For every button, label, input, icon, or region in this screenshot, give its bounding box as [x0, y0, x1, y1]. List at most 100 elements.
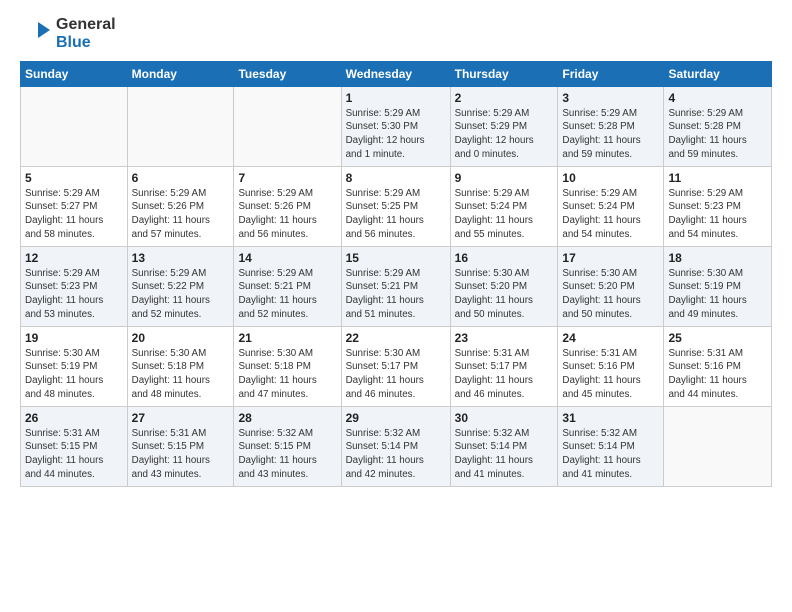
day-info: Sunrise: 5:29 AM Sunset: 5:28 PM Dayligh… — [668, 107, 767, 162]
day-number: 27 — [132, 411, 230, 425]
calendar-cell: 15 Sunrise: 5:29 AM Sunset: 5:21 PM Dayli… — [341, 246, 450, 326]
day-info: Sunrise: 5:32 AM Sunset: 5:14 PM Dayligh… — [562, 427, 659, 482]
week-row-2: 5 Sunrise: 5:29 AM Sunset: 5:27 PM Daylig… — [21, 166, 772, 246]
weekday-header-wednesday: Wednesday — [341, 61, 450, 86]
day-info: Sunrise: 5:29 AM Sunset: 5:26 PM Dayligh… — [238, 187, 336, 242]
week-row-1: 1Sunrise: 5:29 AM Sunset: 5:30 PM Daylig… — [21, 86, 772, 166]
calendar-table: SundayMondayTuesdayWednesdayThursdayFrid… — [20, 61, 772, 487]
day-info: Sunrise: 5:32 AM Sunset: 5:14 PM Dayligh… — [455, 427, 554, 482]
day-number: 20 — [132, 331, 230, 345]
day-number: 6 — [132, 171, 230, 185]
day-number: 5 — [25, 171, 123, 185]
day-info: Sunrise: 5:32 AM Sunset: 5:15 PM Dayligh… — [238, 427, 336, 482]
calendar-cell: 27 Sunrise: 5:31 AM Sunset: 5:15 PM Dayli… — [127, 406, 234, 486]
day-number: 9 — [455, 171, 554, 185]
week-row-4: 19 Sunrise: 5:30 AM Sunset: 5:19 PM Dayli… — [21, 326, 772, 406]
day-number: 24 — [562, 331, 659, 345]
day-info: Sunrise: 5:31 AM Sunset: 5:15 PM Dayligh… — [25, 427, 123, 482]
day-number: 28 — [238, 411, 336, 425]
day-number: 11 — [668, 171, 767, 185]
calendar-cell: 26 Sunrise: 5:31 AM Sunset: 5:15 PM Dayli… — [21, 406, 128, 486]
calendar-cell: 11 Sunrise: 5:29 AM Sunset: 5:23 PM Dayli… — [664, 166, 772, 246]
day-number: 31 — [562, 411, 659, 425]
calendar-cell: 8 Sunrise: 5:29 AM Sunset: 5:25 PM Daylig… — [341, 166, 450, 246]
day-info: Sunrise: 5:30 AM Sunset: 5:20 PM Dayligh… — [455, 267, 554, 322]
calendar-cell: 23 Sunrise: 5:31 AM Sunset: 5:17 PM Dayli… — [450, 326, 558, 406]
day-info: Sunrise: 5:31 AM Sunset: 5:16 PM Dayligh… — [562, 347, 659, 402]
calendar-cell: 24 Sunrise: 5:31 AM Sunset: 5:16 PM Dayli… — [558, 326, 664, 406]
calendar-cell: 22Sunrise: 5:30 AM Sunset: 5:17 PM Dayli… — [341, 326, 450, 406]
logo-blue: Blue — [56, 34, 116, 52]
calendar-cell: 1Sunrise: 5:29 AM Sunset: 5:30 PM Daylig… — [341, 86, 450, 166]
calendar-cell: 7 Sunrise: 5:29 AM Sunset: 5:26 PM Daylig… — [234, 166, 341, 246]
day-info: Sunrise: 5:29 AM Sunset: 5:27 PM Dayligh… — [25, 187, 123, 242]
calendar-cell: 9Sunrise: 5:29 AM Sunset: 5:24 PM Daylig… — [450, 166, 558, 246]
day-number: 10 — [562, 171, 659, 185]
day-number: 26 — [25, 411, 123, 425]
day-number: 8 — [346, 171, 446, 185]
weekday-header-row: SundayMondayTuesdayWednesdayThursdayFrid… — [21, 61, 772, 86]
weekday-header-thursday: Thursday — [450, 61, 558, 86]
calendar-cell — [127, 86, 234, 166]
calendar-cell: 30 Sunrise: 5:32 AM Sunset: 5:14 PM Dayli… — [450, 406, 558, 486]
weekday-header-monday: Monday — [127, 61, 234, 86]
weekday-header-sunday: Sunday — [21, 61, 128, 86]
calendar-cell — [664, 406, 772, 486]
calendar-cell: 14 Sunrise: 5:29 AM Sunset: 5:21 PM Dayli… — [234, 246, 341, 326]
day-number: 13 — [132, 251, 230, 265]
calendar-cell: 13 Sunrise: 5:29 AM Sunset: 5:22 PM Dayli… — [127, 246, 234, 326]
day-number: 14 — [238, 251, 336, 265]
day-number: 25 — [668, 331, 767, 345]
day-number: 23 — [455, 331, 554, 345]
calendar-cell: 2Sunrise: 5:29 AM Sunset: 5:29 PM Daylig… — [450, 86, 558, 166]
day-info: Sunrise: 5:29 AM Sunset: 5:25 PM Dayligh… — [346, 187, 446, 242]
day-info: Sunrise: 5:29 AM Sunset: 5:22 PM Dayligh… — [132, 267, 230, 322]
day-info: Sunrise: 5:29 AM Sunset: 5:29 PM Dayligh… — [455, 107, 554, 162]
day-info: Sunrise: 5:30 AM Sunset: 5:20 PM Dayligh… — [562, 267, 659, 322]
calendar-cell: 28 Sunrise: 5:32 AM Sunset: 5:15 PM Dayli… — [234, 406, 341, 486]
day-number: 16 — [455, 251, 554, 265]
calendar-cell: 4 Sunrise: 5:29 AM Sunset: 5:28 PM Daylig… — [664, 86, 772, 166]
weekday-header-friday: Friday — [558, 61, 664, 86]
calendar-cell: 29Sunrise: 5:32 AM Sunset: 5:14 PM Dayli… — [341, 406, 450, 486]
logo-general: General — [56, 16, 116, 34]
calendar-cell: 5 Sunrise: 5:29 AM Sunset: 5:27 PM Daylig… — [21, 166, 128, 246]
calendar-cell: 10 Sunrise: 5:29 AM Sunset: 5:24 PM Dayli… — [558, 166, 664, 246]
week-row-5: 26 Sunrise: 5:31 AM Sunset: 5:15 PM Dayli… — [21, 406, 772, 486]
header: GeneralBlue — [20, 16, 772, 53]
day-info: Sunrise: 5:29 AM Sunset: 5:23 PM Dayligh… — [668, 187, 767, 242]
day-number: 1 — [346, 91, 446, 105]
calendar-cell — [21, 86, 128, 166]
day-number: 15 — [346, 251, 446, 265]
day-number: 18 — [668, 251, 767, 265]
day-number: 7 — [238, 171, 336, 185]
day-number: 19 — [25, 331, 123, 345]
calendar-cell: 25Sunrise: 5:31 AM Sunset: 5:16 PM Dayli… — [664, 326, 772, 406]
calendar-cell: 18 Sunrise: 5:30 AM Sunset: 5:19 PM Dayli… — [664, 246, 772, 326]
day-info: Sunrise: 5:30 AM Sunset: 5:18 PM Dayligh… — [132, 347, 230, 402]
calendar-cell: 16 Sunrise: 5:30 AM Sunset: 5:20 PM Dayli… — [450, 246, 558, 326]
logo-icon — [20, 18, 52, 50]
day-number: 22 — [346, 331, 446, 345]
day-info: Sunrise: 5:29 AM Sunset: 5:21 PM Dayligh… — [346, 267, 446, 322]
calendar-cell: 3Sunrise: 5:29 AM Sunset: 5:28 PM Daylig… — [558, 86, 664, 166]
day-info: Sunrise: 5:29 AM Sunset: 5:21 PM Dayligh… — [238, 267, 336, 322]
calendar-cell: 21Sunrise: 5:30 AM Sunset: 5:18 PM Dayli… — [234, 326, 341, 406]
calendar-cell: 17 Sunrise: 5:30 AM Sunset: 5:20 PM Dayli… — [558, 246, 664, 326]
calendar-cell: 31 Sunrise: 5:32 AM Sunset: 5:14 PM Dayli… — [558, 406, 664, 486]
day-number: 29 — [346, 411, 446, 425]
calendar-cell: 6 Sunrise: 5:29 AM Sunset: 5:26 PM Daylig… — [127, 166, 234, 246]
day-info: Sunrise: 5:30 AM Sunset: 5:19 PM Dayligh… — [25, 347, 123, 402]
day-info: Sunrise: 5:29 AM Sunset: 5:26 PM Dayligh… — [132, 187, 230, 242]
day-info: Sunrise: 5:31 AM Sunset: 5:15 PM Dayligh… — [132, 427, 230, 482]
weekday-header-saturday: Saturday — [664, 61, 772, 86]
week-row-3: 12Sunrise: 5:29 AM Sunset: 5:23 PM Dayli… — [21, 246, 772, 326]
day-number: 4 — [668, 91, 767, 105]
day-number: 30 — [455, 411, 554, 425]
day-info: Sunrise: 5:30 AM Sunset: 5:19 PM Dayligh… — [668, 267, 767, 322]
calendar-cell — [234, 86, 341, 166]
day-number: 17 — [562, 251, 659, 265]
day-info: Sunrise: 5:30 AM Sunset: 5:18 PM Dayligh… — [238, 347, 336, 402]
day-info: Sunrise: 5:31 AM Sunset: 5:17 PM Dayligh… — [455, 347, 554, 402]
day-info: Sunrise: 5:29 AM Sunset: 5:24 PM Dayligh… — [562, 187, 659, 242]
